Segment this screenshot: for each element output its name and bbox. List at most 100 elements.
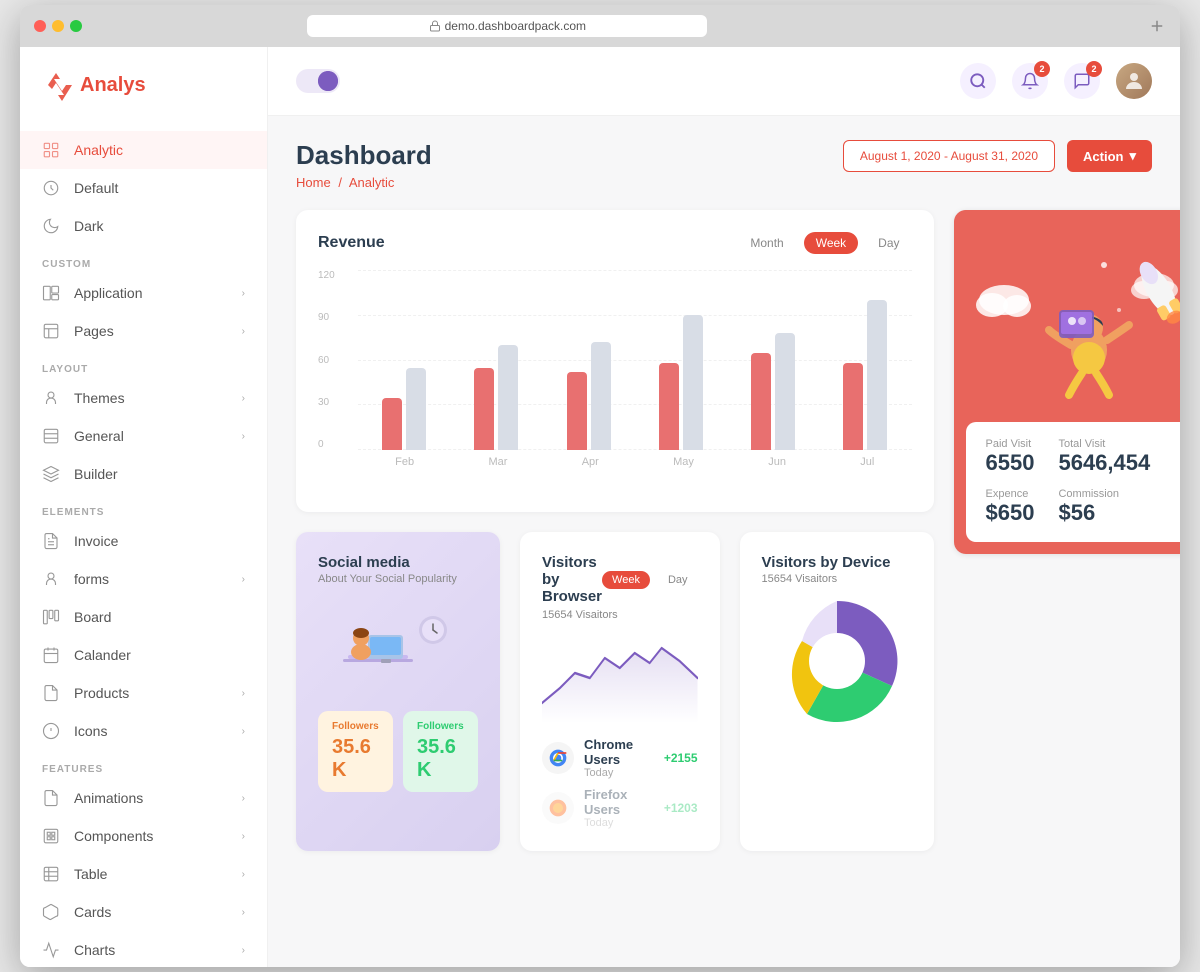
avatar-image (1116, 63, 1152, 99)
search-icon (969, 72, 987, 90)
section-layout: LAYOUT (20, 350, 267, 379)
header-actions: August 1, 2020 - August 31, 2020 Action … (843, 140, 1152, 172)
avatar[interactable] (1116, 63, 1152, 99)
visitors-device-title: Visitors by Device (762, 554, 912, 571)
browser-window: demo.dashboardpack.com Analys Analytic (20, 5, 1180, 967)
section-elements: ELEMENTS (20, 493, 267, 522)
sidebar-item-label: Table (74, 866, 107, 882)
dashboard-left: Revenue Month Week Day (296, 210, 934, 851)
messages-button[interactable]: 2 (1064, 63, 1100, 99)
browser-url: demo.dashboardpack.com (307, 15, 707, 37)
date-range-button[interactable]: August 1, 2020 - August 31, 2020 (843, 140, 1055, 172)
bar-gray-jul (867, 300, 887, 450)
forms-icon (42, 570, 60, 588)
sidebar-item-forms[interactable]: forms › (20, 560, 267, 598)
sidebar-item-products[interactable]: Products › (20, 674, 267, 712)
sidebar-item-invoice[interactable]: Invoice (20, 522, 267, 560)
dot-green[interactable] (70, 20, 82, 32)
visitors-device-subtitle: 15654 Visaitors (762, 573, 912, 585)
visitors-browser-card: Visitors by Browser Week Day 15654 Visai… (520, 532, 720, 851)
tab-month[interactable]: Month (738, 232, 795, 254)
bar-group-mar (474, 345, 518, 450)
sidebar-item-calander[interactable]: Calander (20, 636, 267, 674)
tab-week-browser[interactable]: Week (602, 571, 650, 589)
followers-box-orange: Followers 35.6 K (318, 711, 393, 792)
browser-dots (34, 20, 82, 32)
sidebar-item-cards[interactable]: Cards › (20, 893, 267, 931)
followers-row: Followers 35.6 K Followers 35.6 K (318, 711, 478, 792)
chevron-right-icon: › (242, 726, 245, 737)
donut-chart-svg (762, 586, 912, 736)
sidebar-item-icons[interactable]: Icons › (20, 712, 267, 750)
tab-day-browser[interactable]: Day (658, 571, 698, 589)
sidebar-item-pages[interactable]: Pages › (20, 312, 267, 350)
bottom-grid: Social media About Your Social Popularit… (296, 532, 934, 851)
sidebar-item-general[interactable]: General › (20, 417, 267, 455)
sidebar-item-themes[interactable]: Themes › (20, 379, 267, 417)
dashboard-header: Dashboard Home / Analytic August 1, 2020… (296, 140, 1152, 190)
top-bar: 2 2 (268, 47, 1180, 116)
sidebar-item-board[interactable]: Board (20, 598, 267, 636)
sidebar-item-builder[interactable]: Builder (20, 455, 267, 493)
bar-red-apr (567, 372, 587, 450)
sidebar-item-analytic[interactable]: Analytic (20, 131, 267, 169)
chevron-right-icon: › (242, 945, 245, 956)
sidebar-item-label: General (74, 428, 124, 444)
logo-icon (40, 69, 72, 101)
sidebar-item-charts[interactable]: Charts › (20, 931, 267, 967)
sidebar-item-application[interactable]: Application › (20, 274, 267, 312)
dot-red[interactable] (34, 20, 46, 32)
page-title: Dashboard (296, 140, 432, 171)
main-content: 2 2 Dashboard (268, 47, 1180, 967)
browser-add-icon[interactable] (1148, 17, 1166, 35)
sidebar-item-components[interactable]: Components › (20, 817, 267, 855)
bar-red-jun (751, 353, 771, 450)
bar-group-jun (751, 333, 795, 450)
sidebar-item-animations[interactable]: Animations › (20, 779, 267, 817)
notifications-badge: 2 (1034, 61, 1050, 77)
sidebar-item-label: forms (74, 571, 109, 587)
chevron-right-icon: › (242, 793, 245, 804)
theme-toggle[interactable] (296, 69, 340, 93)
application-icon (42, 284, 60, 302)
browser-list: Chrome Users Today +2155 (542, 737, 698, 829)
expense-stat: Expence $650 (986, 488, 1035, 526)
social-title: Social media (318, 554, 478, 571)
revenue-card-header: Revenue Month Week Day (318, 232, 912, 254)
followers-label-2: Followers (417, 721, 464, 732)
chevron-right-icon: › (242, 907, 245, 918)
tab-day[interactable]: Day (866, 232, 911, 254)
sidebar-item-dark[interactable]: Dark (20, 207, 267, 245)
paid-visit-value: 6550 (986, 450, 1035, 476)
builder-icon (42, 465, 60, 483)
followers-box-green: Followers 35.6 K (403, 711, 478, 792)
sidebar-item-label: Invoice (74, 533, 118, 549)
notifications-button[interactable]: 2 (1012, 63, 1048, 99)
browser-bar: demo.dashboardpack.com (20, 5, 1180, 47)
paid-visit-stat: Paid Visit 6550 (986, 438, 1035, 476)
tab-week[interactable]: Week (804, 232, 858, 254)
sidebar-item-label: Themes (74, 390, 125, 406)
social-illustration-svg (318, 600, 478, 695)
sidebar-item-label: Dark (74, 218, 104, 234)
action-button[interactable]: Action ▾ (1067, 140, 1152, 172)
expense-value: $650 (986, 500, 1035, 526)
animations-icon (42, 789, 60, 807)
commission-label: Commission (1058, 488, 1119, 500)
other-browser-icon-circle (542, 792, 574, 824)
analytic-icon (42, 141, 60, 159)
dot-yellow[interactable] (52, 20, 64, 32)
sidebar-item-label: Application (74, 285, 143, 301)
chevron-down-icon: ▾ (1129, 148, 1136, 164)
section-custom: CUSTOM (20, 245, 267, 274)
invoice-icon (42, 532, 60, 550)
chevron-right-icon: › (242, 831, 245, 842)
charts-nav-icon (42, 941, 60, 959)
bar-group-feb (382, 368, 426, 450)
search-button[interactable] (960, 63, 996, 99)
sidebar-item-table[interactable]: Table › (20, 855, 267, 893)
messages-badge: 2 (1086, 61, 1102, 77)
browser-item-other: Firefox Users Today +1203 (542, 787, 698, 829)
sidebar-item-default[interactable]: Default (20, 169, 267, 207)
dashboard-title-area: Dashboard Home / Analytic (296, 140, 432, 190)
